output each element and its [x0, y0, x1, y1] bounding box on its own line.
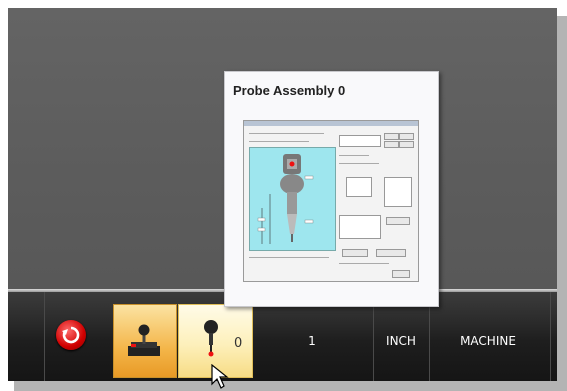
preview-button	[384, 133, 399, 140]
units-label[interactable]: INCH	[376, 334, 426, 348]
probe-value: 0	[234, 336, 243, 351]
coordinate-mode-label[interactable]: MACHINE	[438, 334, 538, 348]
jog-button[interactable]	[113, 304, 177, 378]
preview-button	[342, 249, 368, 257]
probe-icon	[204, 320, 218, 357]
joystick-icon	[128, 324, 160, 356]
field-value: 1	[308, 334, 316, 348]
probe-diagram	[249, 147, 336, 251]
preview-listbox	[346, 177, 372, 197]
preview-listbox	[384, 177, 412, 207]
reset-button[interactable]	[56, 320, 86, 350]
preview-button	[392, 270, 410, 278]
preview-titlebar	[244, 121, 418, 126]
preview-line	[339, 263, 389, 264]
preview-button	[399, 133, 414, 140]
preview-button	[386, 217, 410, 225]
separator	[44, 292, 45, 381]
probe-diagram-drawing	[257, 154, 314, 244]
preview-line	[249, 257, 329, 258]
reset-icon	[62, 326, 80, 344]
preview-button	[376, 249, 406, 257]
probe-assembly-dialog-preview	[243, 120, 419, 282]
preview-listbox	[339, 135, 381, 147]
mouse-pointer-icon	[211, 364, 229, 389]
probe-assembly-tooltip: Probe Assembly 0	[224, 71, 439, 307]
preview-line	[249, 133, 324, 134]
preview-button	[399, 141, 414, 148]
preview-line	[339, 163, 379, 164]
preview-line	[249, 141, 309, 142]
preview-listbox	[339, 215, 381, 239]
popup-title: Probe Assembly 0	[233, 83, 346, 98]
preview-button	[384, 141, 399, 148]
separator	[550, 292, 551, 381]
preview-line	[339, 155, 369, 156]
